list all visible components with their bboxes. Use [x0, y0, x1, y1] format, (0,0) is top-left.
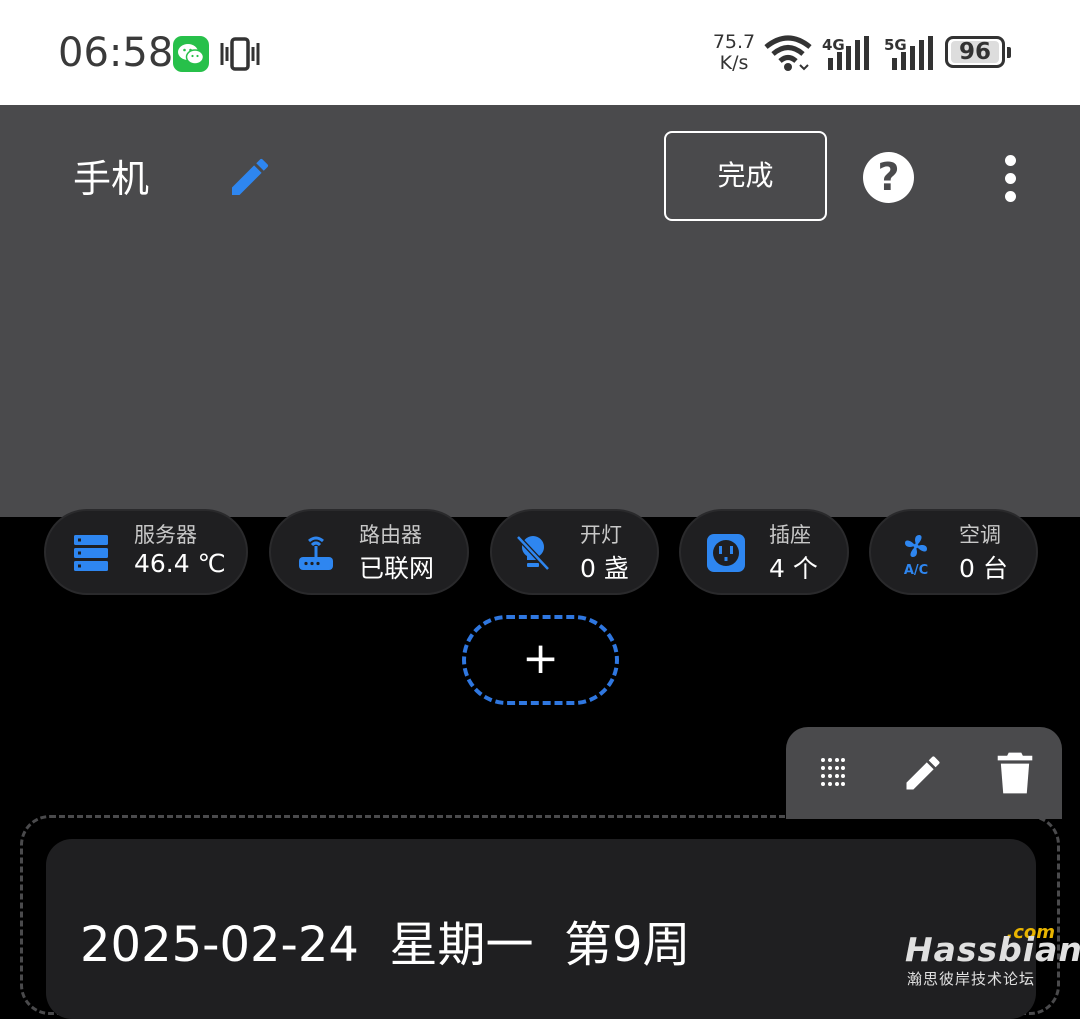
add-chip-button[interactable]: + [462, 615, 619, 705]
chip-sockets[interactable]: 插座 4 个 [679, 509, 849, 595]
battery-level: 96 [951, 41, 999, 64]
signal-2-label: 5G [884, 36, 907, 54]
chip-label: 插座 [769, 523, 811, 547]
chip-label: 路由器 [359, 523, 422, 547]
chip-air-conditioner[interactable]: A/C 空调 0 台 [869, 509, 1038, 595]
chip-value: 0 台 [959, 554, 1008, 583]
date-text: 2025-02-24 星期一 第9周 [80, 917, 691, 973]
network-speed-value: 75.7 [712, 31, 756, 53]
watermark-sub: 瀚思彼岸技术论坛 [907, 970, 1036, 988]
delete-card-trash-icon[interactable] [996, 751, 1034, 799]
dashboard-header: 手机 完成 ? [0, 105, 1080, 517]
air-conditioner-icon: A/C [897, 533, 935, 578]
summary-chips: 服务器 46.4 ℃ 路由器 已联网 开灯 0 盏 插座 4 个 A/C 空调 … [0, 509, 1080, 597]
power-socket-icon [707, 533, 745, 573]
battery-icon: 96 [945, 36, 1011, 68]
chip-value: 已联网 [359, 554, 435, 583]
server-icon [72, 533, 110, 573]
lightbulb-off-icon [514, 533, 552, 573]
chip-value: 0 盏 [580, 554, 629, 583]
card-edit-toolbar [786, 727, 1062, 819]
chip-lights[interactable]: 开灯 0 盏 [490, 509, 659, 595]
more-options-icon[interactable] [1000, 155, 1020, 203]
page-title: 手机 [73, 157, 150, 201]
clock: 06:58 [58, 30, 174, 76]
wechat-notification-icon [173, 36, 209, 72]
watermark-name: Hassbian [905, 930, 1080, 969]
svg-text:A/C: A/C [904, 563, 928, 577]
chip-server[interactable]: 服务器 46.4 ℃ [44, 509, 248, 595]
status-bar: 06:58 75.7 K/s 4G 5G 96 [0, 0, 1080, 105]
signal-1-label: 4G [822, 36, 845, 54]
router-icon [297, 533, 335, 573]
chip-router[interactable]: 路由器 已联网 [269, 509, 469, 595]
network-speed-unit: K/s [719, 52, 749, 74]
cellular-signal-1: 4G [822, 36, 872, 76]
network-speed: 75.7 K/s [712, 32, 756, 74]
wifi-icon [764, 35, 812, 77]
chip-value: 4 个 [769, 554, 818, 583]
drag-handle-icon[interactable] [820, 757, 846, 793]
done-button[interactable]: 完成 [664, 131, 827, 221]
chip-value: 46.4 ℃ [134, 549, 226, 578]
cellular-signal-2: 5G [884, 36, 936, 76]
chip-label: 服务器 [134, 523, 197, 547]
vibrate-icon [218, 37, 262, 75]
edit-card-pencil-icon[interactable] [901, 751, 945, 799]
edit-title-pencil-icon[interactable] [226, 153, 274, 205]
help-icon[interactable]: ? [863, 152, 914, 203]
chip-label: 空调 [959, 523, 1001, 547]
chip-label: 开灯 [580, 523, 622, 547]
watermark-logo: .com Hassbian 瀚思彼岸技术论坛 [905, 922, 1080, 992]
